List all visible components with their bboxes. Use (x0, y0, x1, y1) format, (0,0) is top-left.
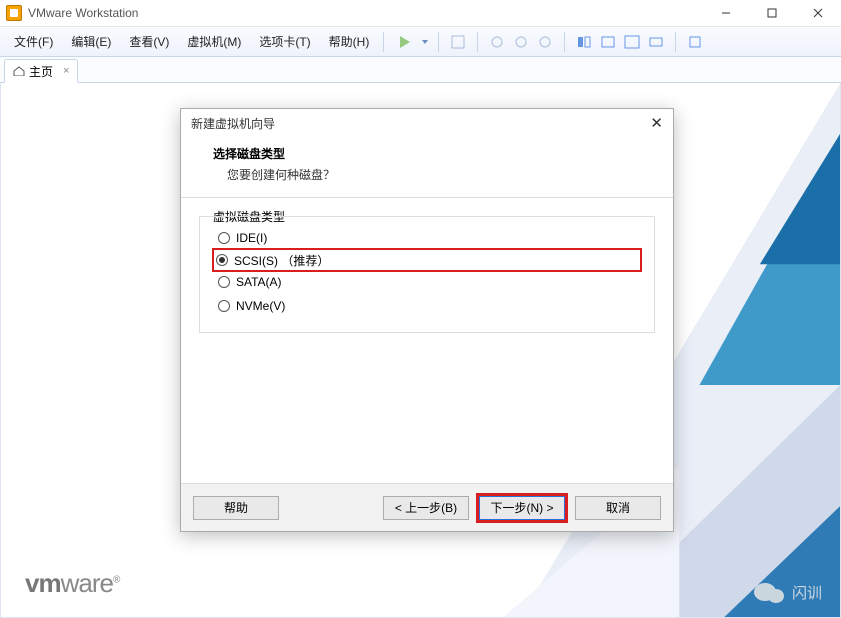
play-dropdown-icon[interactable] (422, 40, 428, 44)
separator (675, 32, 676, 52)
wechat-icon (768, 589, 784, 603)
menu-help[interactable]: 帮助(H) (321, 29, 378, 54)
fullscreen-icon[interactable] (623, 33, 641, 51)
radio-icon (216, 254, 228, 266)
app-icon (6, 5, 22, 21)
radio-icon (218, 276, 230, 288)
window-controls (703, 0, 841, 27)
dialog-titlebar: 新建虚拟机向导 ✕ (181, 109, 673, 137)
maximize-button[interactable] (749, 0, 795, 27)
tab-home-label: 主页 (29, 63, 53, 80)
watermark-badge: 闪训 (754, 582, 822, 603)
radio-option-sata[interactable]: SATA(A) (214, 270, 640, 294)
separator (438, 32, 439, 52)
tab-home[interactable]: 主页 × (4, 59, 78, 83)
wizard-dialog: 新建虚拟机向导 ✕ 选择磁盘类型 您要创建何种磁盘？ 虚拟磁盘类型 IDE(I)… (180, 108, 674, 532)
window-titlebar: VMware Workstation (0, 0, 841, 27)
vmware-logo: vmware® (25, 568, 119, 599)
toolbar (396, 32, 704, 52)
library-icon[interactable] (686, 33, 704, 51)
tab-strip: 主页 × (0, 57, 841, 83)
menu-file[interactable]: 文件(F) (6, 29, 61, 54)
menu-edit[interactable]: 编辑(E) (63, 29, 119, 54)
watermark-text: 闪训 (792, 582, 822, 603)
close-button[interactable] (795, 0, 841, 27)
tab-close-icon[interactable]: × (63, 65, 69, 77)
radio-icon (218, 300, 230, 312)
cancel-button[interactable]: 取消 (575, 496, 661, 520)
radio-label: NVMe(V) (236, 299, 285, 313)
dialog-close-icon[interactable]: ✕ (650, 114, 663, 132)
manage-icon[interactable] (536, 33, 554, 51)
menu-tabs[interactable]: 选项卡(T) (251, 29, 318, 54)
snapshot-icon[interactable] (488, 33, 506, 51)
stretch-icon[interactable] (647, 33, 665, 51)
radio-label: SATA(A) (236, 275, 282, 289)
dialog-title: 新建虚拟机向导 (191, 115, 275, 132)
play-icon[interactable] (396, 33, 414, 51)
dialog-body: 虚拟磁盘类型 IDE(I) SCSI(S) （推荐） SATA(A) NVMe(… (181, 198, 673, 483)
menu-vm[interactable]: 虚拟机(M) (179, 29, 249, 54)
help-button[interactable]: 帮助 (193, 496, 279, 520)
send-ctrl-alt-del-icon[interactable] (449, 33, 467, 51)
menu-view[interactable]: 查看(V) (121, 29, 177, 54)
menubar: 文件(F) 编辑(E) 查看(V) 虚拟机(M) 选项卡(T) 帮助(H) (0, 27, 841, 57)
radio-icon (218, 232, 230, 244)
separator (383, 32, 384, 52)
dialog-footer: 帮助 < 上一步(B) 下一步(N) > 取消 (181, 483, 673, 531)
revert-icon[interactable] (512, 33, 530, 51)
dialog-subheading: 您要创建何种磁盘？ (213, 166, 655, 183)
radio-option-ide[interactable]: IDE(I) (214, 226, 640, 250)
radio-label: IDE(I) (236, 231, 267, 245)
separator (564, 32, 565, 52)
dialog-heading: 选择磁盘类型 (213, 145, 655, 162)
back-button[interactable]: < 上一步(B) (383, 496, 469, 520)
next-button[interactable]: 下一步(N) > (479, 496, 565, 520)
radio-option-scsi[interactable]: SCSI(S) （推荐） (212, 248, 642, 272)
unity-icon[interactable] (575, 33, 593, 51)
dialog-header: 选择磁盘类型 您要创建何种磁盘？ (181, 137, 673, 198)
window-title: VMware Workstation (28, 6, 138, 20)
home-icon (13, 66, 25, 76)
separator (477, 32, 478, 52)
disk-type-group: IDE(I) SCSI(S) （推荐） SATA(A) NVMe(V) (199, 216, 655, 333)
radio-option-nvme[interactable]: NVMe(V) (214, 294, 640, 318)
radio-label: SCSI(S) （推荐） (234, 252, 329, 269)
console-icon[interactable] (599, 33, 617, 51)
minimize-button[interactable] (703, 0, 749, 27)
